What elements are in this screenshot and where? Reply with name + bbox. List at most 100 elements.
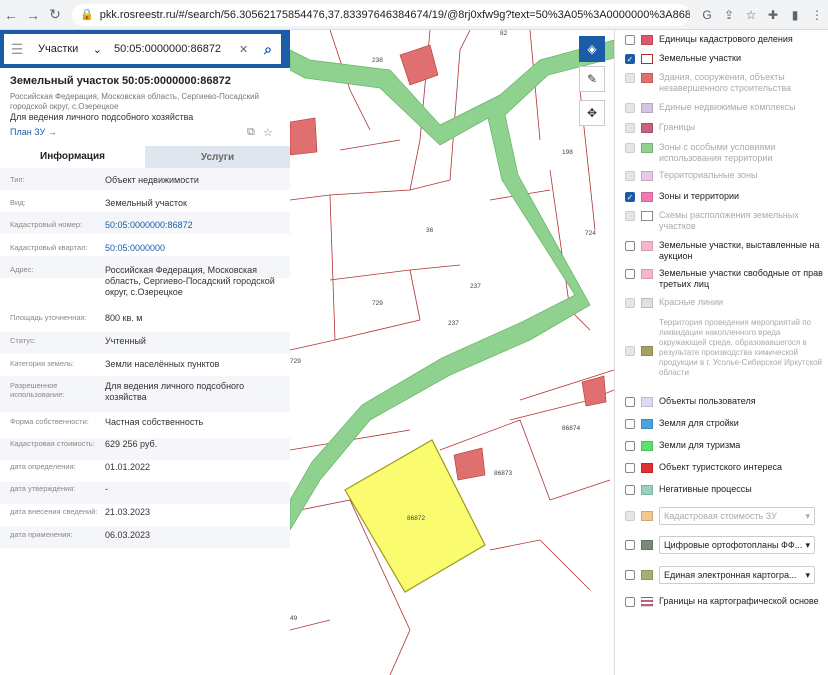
share-icon[interactable]: ⇪: [718, 4, 740, 26]
row-label: Форма собственности:: [10, 417, 89, 426]
layer-item[interactable]: Территориальные зоны: [625, 170, 825, 181]
info-panel: ☰ Участки ⌄ 50:05:0000000:86872 ✕ ⌕ Земе…: [0, 30, 290, 675]
layer-checkbox[interactable]: [625, 597, 635, 607]
layer-label: Красные линии: [659, 297, 724, 307]
layer-label: Схемы расположения земельных участков: [659, 210, 799, 231]
layer-swatch: [641, 171, 653, 181]
search-input[interactable]: 50:05:0000000:86872: [108, 43, 239, 55]
layer-item[interactable]: Земельные участки свободные от прав трет…: [625, 268, 825, 290]
sidebar-icon[interactable]: ▮: [784, 4, 806, 26]
layer-item[interactable]: Красные линии: [625, 297, 825, 308]
row-value: Учтенный: [105, 336, 146, 346]
row-label: Тип:: [10, 175, 25, 184]
layer-item[interactable]: Границы на картографической основе: [625, 596, 825, 607]
google-icon[interactable]: G: [696, 4, 718, 26]
select-value: Цифровые ортофотопланы ФФ...: [664, 540, 803, 550]
layer-checkbox: [625, 103, 635, 113]
extensions-icon[interactable]: ✚: [762, 4, 784, 26]
layer-item[interactable]: Единые недвижимые комплексы: [625, 102, 825, 113]
layer-checkbox[interactable]: [625, 463, 635, 473]
row-value: -: [105, 484, 108, 494]
layer-checkbox[interactable]: [625, 419, 635, 429]
tab-info[interactable]: Информация: [0, 146, 145, 168]
layer-item[interactable]: Здания, сооружения, объекты незавершенно…: [625, 72, 825, 94]
bookmark-star-icon[interactable]: ☆: [740, 4, 762, 26]
layer-item[interactable]: ✓ Земельные участки: [625, 53, 825, 64]
layer-swatch: [641, 419, 653, 429]
layer-item[interactable]: ✓ Зоны и территории: [625, 191, 825, 202]
layer-item[interactable]: Схемы расположения земельных участков: [625, 210, 825, 232]
back-button[interactable]: ←: [0, 4, 22, 26]
cadastral-quarter-link[interactable]: 50:05:0000000: [105, 243, 285, 254]
layers-button[interactable]: ◈: [579, 36, 605, 62]
object-purpose: Для ведения личного подсобного хозяйства: [10, 112, 194, 122]
ruler-button[interactable]: ✎: [579, 66, 605, 92]
layer-checkbox[interactable]: [625, 35, 635, 45]
layer-item[interactable]: Единицы кадастрового деления: [625, 34, 825, 45]
layer-item[interactable]: Единая электронная картогра... ▾: [625, 566, 825, 584]
row-value: Земельный участок: [105, 198, 187, 208]
search-type-select[interactable]: Участки ⌄: [30, 43, 108, 56]
layer-item[interactable]: Негативные процессы: [625, 484, 825, 495]
browser-menu-icon[interactable]: ⋮: [806, 4, 828, 26]
layer-item[interactable]: Земельные участки, выставленные на аукци…: [625, 240, 825, 262]
layer-label: Границы: [659, 122, 695, 132]
layer-checkbox[interactable]: [625, 540, 635, 550]
layer-checkbox[interactable]: [625, 241, 635, 251]
layer-item[interactable]: Земля для стройки: [625, 418, 825, 429]
layer-item[interactable]: Зоны с особыми условиями использования т…: [625, 142, 825, 164]
layer-label: Объекты пользователя: [659, 396, 756, 406]
layer-item[interactable]: Объект туристского интереса: [625, 462, 825, 473]
building: [453, 447, 486, 481]
layer-item[interactable]: Территория проведения мероприятий по лик…: [625, 318, 825, 378]
address-bar[interactable]: 🔒 pkk.rosreestr.ru/#/search/56.305621758…: [72, 3, 690, 26]
cadastral-value-select[interactable]: Кадастровая стоимость ЗУ ▾: [659, 507, 815, 525]
cadastral-number-link[interactable]: 50:05:0000000:86872: [105, 220, 285, 231]
layer-checkbox[interactable]: [625, 269, 635, 279]
copy-icon[interactable]: ⧉: [247, 126, 255, 139]
layer-checkbox[interactable]: [625, 485, 635, 495]
layer-swatch: [641, 397, 653, 407]
layer-checkbox[interactable]: ✓: [625, 192, 635, 202]
favorite-star-icon[interactable]: ☆: [263, 126, 273, 139]
layer-item[interactable]: Кадастровая стоимость ЗУ ▾: [625, 507, 825, 525]
layer-item[interactable]: Границы: [625, 122, 825, 133]
select-value: Кадастровая стоимость ЗУ: [664, 511, 777, 521]
layer-swatch: [641, 123, 653, 133]
layer-swatch: [641, 269, 653, 279]
layer-checkbox[interactable]: [625, 441, 635, 451]
orthophoto-select[interactable]: Цифровые ортофотопланы ФФ... ▾: [659, 536, 815, 554]
tab-services[interactable]: Услуги: [145, 146, 290, 168]
layer-label: Земля для стройки: [659, 418, 739, 428]
search-icon[interactable]: ⌕: [255, 41, 281, 58]
parcel-label: 86873: [494, 470, 512, 477]
layer-checkbox[interactable]: ✓: [625, 54, 635, 64]
row-value: 629 256 руб.: [105, 439, 158, 449]
cartographic-basis-select[interactable]: Единая электронная картогра... ▾: [659, 566, 815, 584]
row-value: Земли населённых пунктов: [105, 359, 220, 369]
clear-icon[interactable]: ✕: [239, 43, 255, 56]
layer-item[interactable]: Земли для туризма: [625, 440, 825, 451]
menu-icon[interactable]: ☰: [4, 41, 30, 58]
layer-item[interactable]: Объекты пользователя: [625, 396, 825, 407]
select-value: Единая электронная картогра...: [664, 570, 797, 580]
row-label: дата внесения сведений:: [10, 507, 98, 516]
forward-button[interactable]: →: [22, 4, 44, 26]
layer-checkbox[interactable]: [625, 570, 635, 580]
layer-swatch: [641, 597, 653, 607]
layer-checkbox[interactable]: [625, 397, 635, 407]
reload-button[interactable]: ↻: [44, 4, 66, 26]
layer-swatch: [641, 192, 653, 202]
layer-item[interactable]: Цифровые ортофотопланы ФФ... ▾: [625, 536, 825, 554]
row-label: Кадастровый номер:: [10, 220, 83, 229]
plan-link[interactable]: План ЗУ →: [10, 127, 57, 137]
row-label: дата утверждения:: [10, 484, 76, 493]
row-label: Разрешенное использование:: [10, 381, 65, 399]
cadastral-map[interactable]: 238 82 198 36 237 237 729 729 724 86874 …: [290, 30, 614, 675]
layer-checkbox: [625, 171, 635, 181]
locate-button[interactable]: ✥: [579, 100, 605, 126]
row-value: Российская Федерация, Московская область…: [105, 265, 275, 297]
map-view[interactable]: 238 82 198 36 237 237 729 729 724 86874 …: [290, 30, 614, 675]
row-label: Площадь уточненная:: [10, 313, 87, 322]
layer-label: Земельные участки, выставленные на аукци…: [659, 240, 820, 261]
